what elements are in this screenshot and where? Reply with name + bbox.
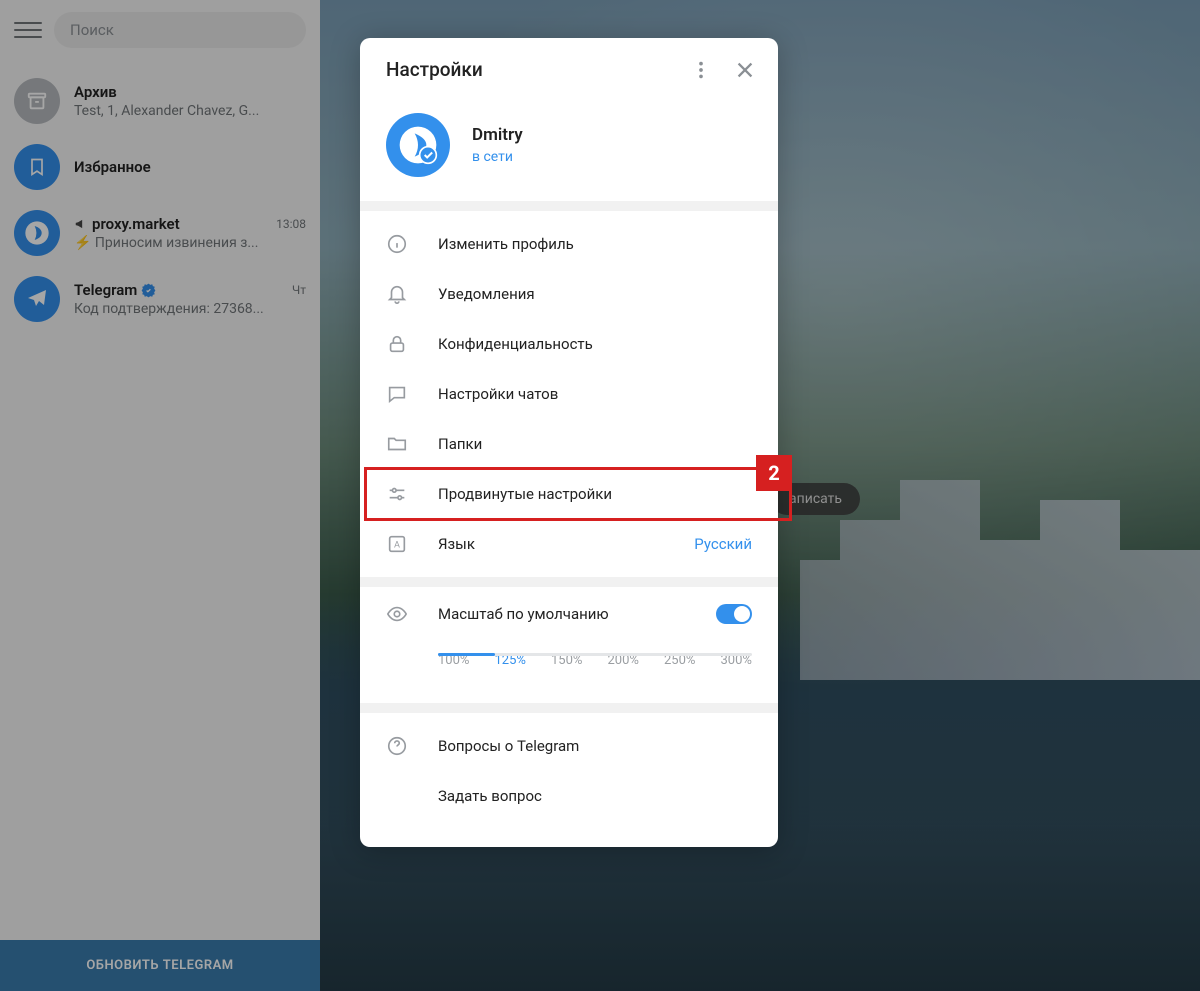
profile-name: Dmitry	[472, 125, 523, 145]
chat-list: Архив Test, 1, Alexander Chavez, G... Из…	[0, 60, 320, 332]
chat-item-proxy[interactable]: proxy.market 13:08 ⚡ Приносим извинения …	[0, 200, 320, 266]
bookmark-icon	[14, 144, 60, 190]
archive-icon	[14, 78, 60, 124]
blank-icon	[386, 785, 408, 807]
divider	[360, 703, 778, 713]
chat-item-saved[interactable]: Избранное	[0, 134, 320, 200]
svg-text:A: A	[394, 541, 400, 551]
chat-item-telegram[interactable]: Telegram Чт Код подтверждения: 27368...	[0, 266, 320, 332]
close-icon[interactable]	[734, 59, 756, 81]
menu-label: Продвинутые настройки	[438, 485, 752, 503]
lock-icon	[386, 333, 408, 355]
hamburger-icon[interactable]	[14, 16, 42, 44]
chat-subtitle: Код подтверждения: 27368...	[74, 301, 306, 317]
menu-faq[interactable]: Вопросы о Telegram	[360, 721, 778, 771]
menu-label: Язык	[438, 535, 664, 553]
chat-title: Telegram	[74, 281, 156, 299]
search-input[interactable]: Поиск	[54, 12, 306, 48]
menu-label: Настройки чатов	[438, 385, 752, 403]
chat-title: proxy.market	[74, 215, 180, 233]
menu-chat-settings[interactable]: Настройки чатов	[360, 369, 778, 419]
menu-ask[interactable]: Задать вопрос	[360, 771, 778, 821]
menu-label: Папки	[438, 435, 752, 453]
language-icon: A	[386, 533, 408, 555]
info-icon	[386, 233, 408, 255]
menu-advanced[interactable]: 2 Продвинутые настройки	[360, 469, 778, 519]
chat-icon	[386, 383, 408, 405]
modal-title: Настройки	[386, 58, 483, 81]
megaphone-icon	[74, 217, 88, 231]
chat-subtitle: ⚡ Приносим извинения з...	[74, 235, 306, 251]
scale-label: Масштаб по умолчанию	[438, 605, 686, 623]
menu-label: Конфиденциальность	[438, 335, 752, 353]
menu-label: Задать вопрос	[438, 787, 752, 805]
menu-value: Русский	[694, 535, 752, 553]
menu-notifications[interactable]: Уведомления	[360, 269, 778, 319]
menu-folders[interactable]: Папки	[360, 419, 778, 469]
help-icon	[386, 735, 408, 757]
profile-section[interactable]: Dmitry в сети	[360, 99, 778, 201]
scale-toggle[interactable]	[716, 604, 752, 624]
scale-slider[interactable]: 100% 125% 150% 200% 250% 300%	[438, 653, 752, 683]
verified-icon	[141, 283, 156, 298]
update-button[interactable]: ОБНОВИТЬ TELEGRAM	[0, 940, 320, 991]
telegram-icon	[14, 276, 60, 322]
avatar	[14, 210, 60, 256]
sliders-icon	[386, 483, 408, 505]
chat-time: Чт	[292, 283, 306, 297]
menu-label: Уведомления	[438, 285, 752, 303]
menu-language[interactable]: A Язык Русский	[360, 519, 778, 569]
chat-time: 13:08	[276, 217, 306, 231]
chat-title: Избранное	[74, 158, 151, 176]
menu-privacy[interactable]: Конфиденциальность	[360, 319, 778, 369]
eye-icon	[386, 603, 408, 625]
annotation-badge: 2	[756, 455, 792, 491]
divider	[360, 201, 778, 211]
settings-modal: Настройки Dmitry в сети Изменить профиль…	[360, 38, 778, 847]
menu-label: Изменить профиль	[438, 235, 752, 253]
menu-label: Вопросы о Telegram	[438, 737, 752, 755]
more-icon[interactable]	[690, 59, 712, 81]
avatar	[386, 113, 450, 177]
bell-icon	[386, 283, 408, 305]
folder-icon	[386, 433, 408, 455]
divider	[360, 577, 778, 587]
menu-edit-profile[interactable]: Изменить профиль	[360, 219, 778, 269]
sidebar: Поиск Архив Test, 1, Alexander Chavez, G…	[0, 0, 320, 991]
chat-title: Архив	[74, 83, 117, 101]
chat-item-archive[interactable]: Архив Test, 1, Alexander Chavez, G...	[0, 68, 320, 134]
chat-subtitle: Test, 1, Alexander Chavez, G...	[74, 103, 306, 119]
profile-status: в сети	[472, 149, 523, 165]
